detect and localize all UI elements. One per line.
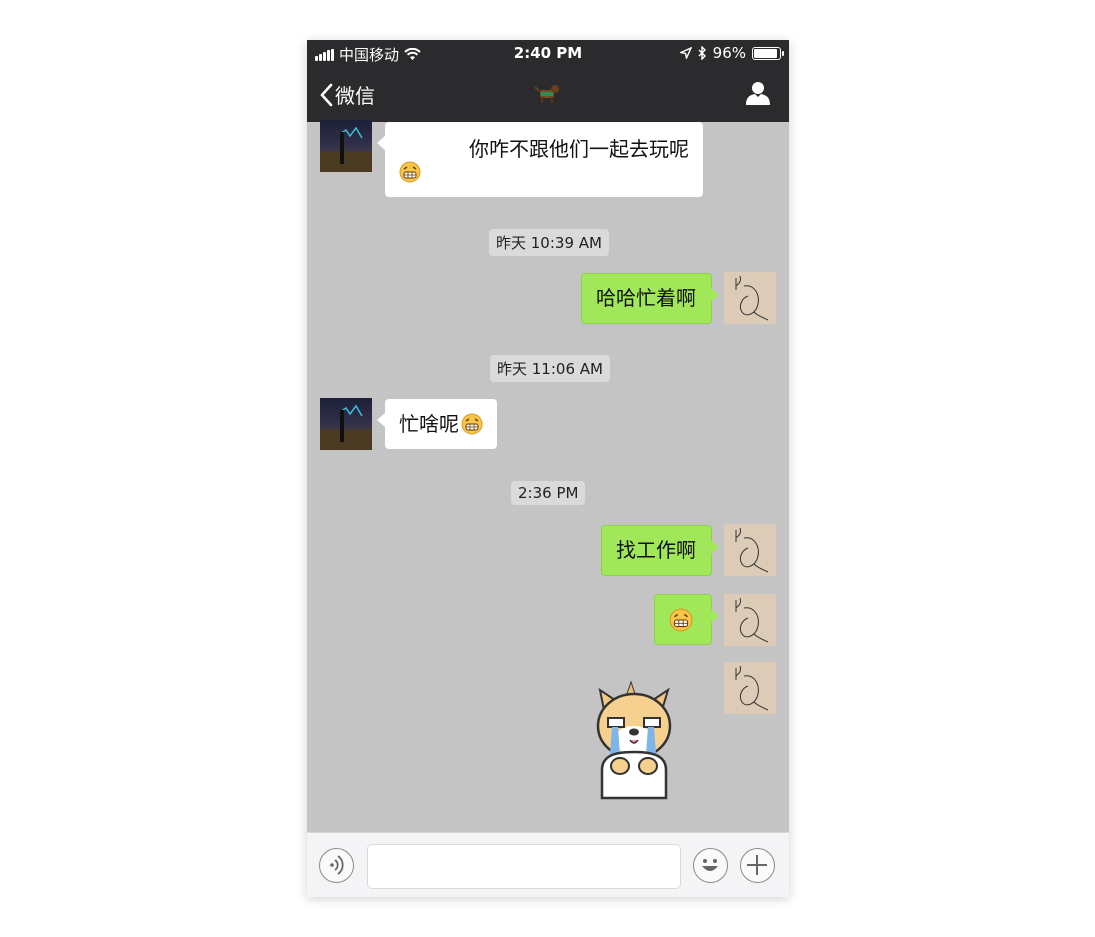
contact-avatar[interactable] — [320, 398, 372, 450]
crying-dog-sticker[interactable] — [590, 680, 680, 802]
chat-area[interactable]: 你咋不跟他们一起去玩呢 昨天 10:39 AM 哈哈忙着啊 昨天 11:06 A… — [307, 120, 789, 832]
my-avatar[interactable] — [724, 662, 776, 714]
input-bar — [307, 832, 789, 897]
battery-percent: 96% — [712, 44, 746, 62]
message-text: 忙啥呢 — [399, 412, 459, 436]
message-text: 找工作啊 — [616, 538, 696, 562]
voice-button[interactable] — [319, 848, 354, 883]
my-avatar[interactable] — [724, 272, 776, 324]
dog-avatar-icon[interactable] — [533, 80, 563, 108]
timestamp: 2:36 PM — [511, 481, 586, 505]
message-text: 哈哈忙着啊 — [596, 286, 696, 310]
avatar-sketch — [724, 662, 776, 714]
battery-fill — [754, 48, 778, 58]
message-bubble-sent[interactable]: 找工作啊 — [601, 525, 719, 576]
timestamp: 昨天 10:39 AM — [489, 229, 609, 256]
timestamp: 昨天 11:06 AM — [490, 355, 610, 382]
my-avatar[interactable] — [724, 594, 776, 646]
emoji-button[interactable] — [693, 848, 728, 883]
grin-emoji — [461, 413, 483, 434]
message-text: 你咋不跟他们一起去玩呢 — [469, 137, 689, 161]
status-bar: 中国移动 2:40 PM 96% — [307, 40, 789, 66]
smiley-icon — [702, 859, 718, 871]
message-input[interactable] — [367, 844, 681, 889]
battery-icon — [752, 46, 784, 60]
message-bubble-sent[interactable]: 哈哈忙着啊 — [581, 273, 719, 324]
my-avatar[interactable] — [724, 524, 776, 576]
voice-icon — [330, 855, 344, 875]
plus-icon — [747, 855, 767, 875]
back-button[interactable]: 微信 — [319, 80, 375, 109]
chevron-left-icon — [320, 83, 333, 106]
status-right: 96% — [679, 44, 784, 62]
message-bubble-received[interactable]: 忙啥呢 — [377, 399, 497, 449]
avatar-sketch — [724, 594, 776, 646]
avatar-photo — [320, 398, 372, 450]
message-bubble-received[interactable]: 你咋不跟他们一起去玩呢 — [377, 122, 703, 197]
message-bubble-sent[interactable] — [654, 594, 719, 645]
contact-avatar[interactable] — [320, 120, 372, 172]
grin-emoji — [669, 608, 693, 632]
avatar-photo — [320, 120, 372, 172]
plus-button[interactable] — [740, 848, 775, 883]
location-arrow-icon — [679, 47, 692, 59]
person-icon[interactable] — [745, 80, 771, 106]
avatar-sketch — [724, 524, 776, 576]
back-label: 微信 — [335, 84, 375, 108]
grin-emoji — [399, 161, 421, 183]
phone-screen: 中国移动 2:40 PM 96% 微信 你咋不跟他们一起去玩呢 昨天 10:39… — [307, 40, 789, 897]
avatar-sketch — [724, 272, 776, 324]
nav-bar: 微信 — [307, 66, 789, 122]
bluetooth-icon — [698, 46, 706, 60]
